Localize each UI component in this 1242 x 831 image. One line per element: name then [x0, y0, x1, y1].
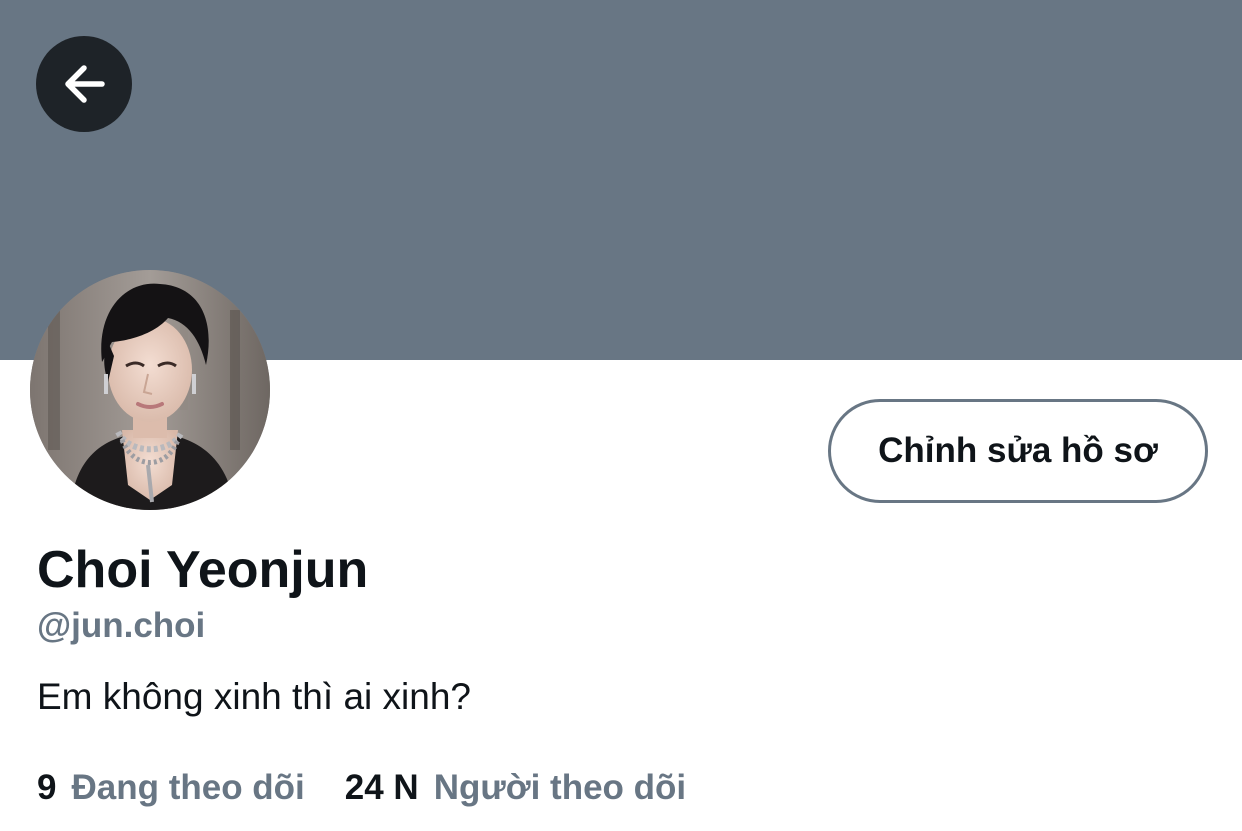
avatar[interactable]: [30, 270, 270, 510]
profile-page: Chỉnh sửa hồ sơ Choi Yeonjun @jun.choi E…: [0, 0, 1242, 831]
profile-bio: Em không xinh thì ai xinh?: [37, 676, 471, 717]
arrow-left-icon: [65, 65, 105, 103]
user-handle: @jun.choi: [37, 606, 206, 645]
following-link[interactable]: 9 Đang theo dõi: [37, 768, 305, 808]
followers-label: Người theo dõi: [433, 768, 687, 807]
follow-stats: 9 Đang theo dõi 24 N Người theo dõi: [37, 768, 686, 808]
back-button[interactable]: [36, 36, 132, 132]
profile-photo: [30, 270, 270, 510]
followers-link[interactable]: 24 N Người theo dõi: [345, 768, 686, 808]
following-count: 9: [37, 768, 57, 807]
display-name: Choi Yeonjun: [37, 541, 369, 599]
edit-profile-button[interactable]: Chỉnh sửa hồ sơ: [828, 399, 1208, 503]
followers-count: 24 N: [344, 768, 419, 807]
following-label: Đang theo dõi: [71, 768, 305, 807]
